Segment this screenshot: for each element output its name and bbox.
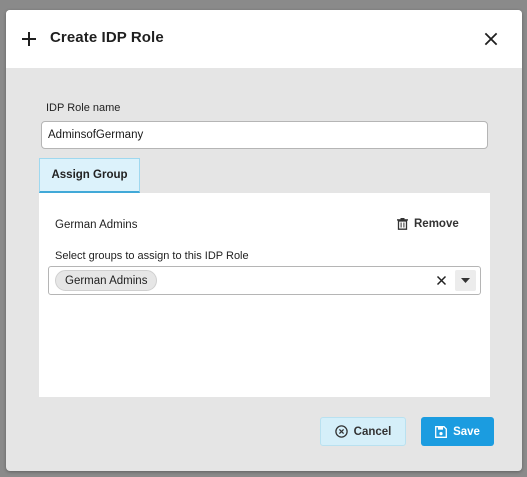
cancel-circle-icon xyxy=(334,425,348,438)
trash-icon xyxy=(397,218,408,230)
create-idp-role-dialog: Create IDP Role IDP Role name Assign Gro… xyxy=(6,10,522,471)
selected-group-chip[interactable]: German Admins xyxy=(55,270,158,291)
idp-role-name-input[interactable] xyxy=(41,121,488,149)
cancel-button[interactable]: Cancel xyxy=(320,417,406,446)
tab-assign-group[interactable]: Assign Group xyxy=(39,158,140,193)
clear-icon[interactable] xyxy=(436,275,447,286)
dropdown-toggle-button[interactable] xyxy=(455,270,476,291)
caret-down-icon xyxy=(461,278,470,283)
remove-group-button[interactable]: Remove xyxy=(397,213,459,235)
save-label: Save xyxy=(453,425,480,438)
save-button[interactable]: Save xyxy=(421,417,494,446)
select-groups-label: Select groups to assign to this IDP Role xyxy=(55,250,249,262)
idp-role-name-label: IDP Role name xyxy=(46,102,121,114)
floppy-disk-icon xyxy=(435,425,448,438)
cancel-label: Cancel xyxy=(353,425,392,438)
groups-select[interactable]: German Admins xyxy=(48,266,481,295)
plus-icon xyxy=(22,32,36,46)
remove-label: Remove xyxy=(414,218,459,230)
dialog-title: Create IDP Role xyxy=(50,29,164,46)
dialog-header: Create IDP Role xyxy=(6,10,522,68)
assign-group-panel: German Admins Remove Select groups to as… xyxy=(39,193,490,397)
close-icon[interactable] xyxy=(482,30,500,48)
assigned-group-name: German Admins xyxy=(55,219,138,231)
